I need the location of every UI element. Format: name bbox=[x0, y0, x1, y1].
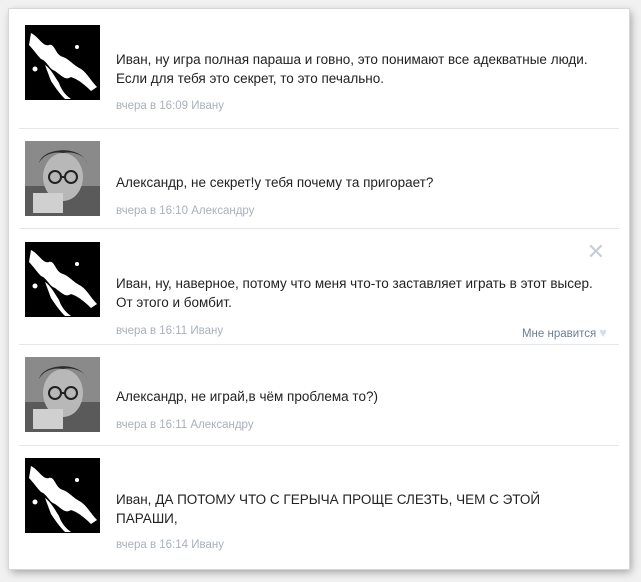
comment-time[interactable]: вчера в 16:10 bbox=[116, 205, 188, 217]
avatar[interactable] bbox=[25, 25, 100, 100]
avatar[interactable] bbox=[25, 458, 100, 533]
like-button[interactable]: Мне нравится ♥ bbox=[522, 325, 607, 340]
reply-to-link[interactable]: Ивану bbox=[191, 100, 224, 112]
close-x-icon[interactable]: ✕ bbox=[587, 241, 605, 263]
comment-meta: вчера в 16:09 Ивану bbox=[116, 100, 224, 112]
abstract-ink-splash-avatar bbox=[25, 458, 100, 533]
comment-text: Александр, не секрет!у тебя почему та пр… bbox=[116, 175, 434, 190]
comment-text: Иван, ну игра полная параша и говно, это… bbox=[116, 52, 588, 86]
man-with-glasses-photo-avatar bbox=[25, 141, 100, 216]
comment-time[interactable]: вчера в 16:11 bbox=[116, 419, 187, 431]
avatar[interactable] bbox=[25, 141, 100, 216]
avatar[interactable] bbox=[25, 242, 100, 317]
comment-item: Иван, ДА ПОТОМУ ЧТО С ГЕРЫЧА ПРОЩЕ СЛЕЗТ… bbox=[9, 445, 629, 558]
avatar[interactable] bbox=[25, 357, 100, 432]
comment-text: Александр, не играй,в чём проблема то?) bbox=[116, 389, 378, 404]
comment-item: Александр, не играй,в чём проблема то?) … bbox=[9, 344, 629, 457]
comment-meta: вчера в 16:10 Александру bbox=[116, 205, 254, 217]
comment-meta: вчера в 16:14 Ивану bbox=[116, 539, 224, 551]
comment-meta: вчера в 16:11 Ивану bbox=[116, 325, 223, 337]
comment-text: Иван, ДА ПОТОМУ ЧТО С ГЕРЫЧА ПРОЩЕ СЛЕЗТ… bbox=[116, 492, 541, 526]
man-with-glasses-photo-avatar bbox=[25, 357, 100, 432]
comment-meta: вчера в 16:11 Александру bbox=[116, 419, 254, 431]
comment-item: ✕ Иван, ну, наверное, потому что меня чт… bbox=[9, 228, 629, 341]
reply-to-link[interactable]: Александру bbox=[190, 419, 253, 431]
heart-icon: ♥ bbox=[599, 325, 607, 340]
comments-panel: Иван, ну игра полная параша и говно, это… bbox=[9, 9, 629, 569]
reply-to-link[interactable]: Ивану bbox=[190, 325, 223, 337]
comment-time[interactable]: вчера в 16:09 bbox=[116, 100, 188, 112]
comment-item: Иван, ну игра полная параша и говно, это… bbox=[9, 9, 629, 122]
comment-text: Иван, ну, наверное, потому что меня что-… bbox=[116, 276, 593, 310]
comment-item: Александр, не секрет!у тебя почему та пр… bbox=[9, 128, 629, 241]
comment-time[interactable]: вчера в 16:11 bbox=[116, 325, 187, 337]
reply-to-link[interactable]: Ивану bbox=[191, 539, 224, 551]
reply-to-link[interactable]: Александру bbox=[191, 205, 254, 217]
like-label: Мне нравится bbox=[521, 328, 597, 340]
abstract-ink-splash-avatar bbox=[25, 25, 100, 100]
abstract-ink-splash-avatar bbox=[25, 242, 100, 317]
comment-time[interactable]: вчера в 16:14 bbox=[116, 539, 188, 551]
